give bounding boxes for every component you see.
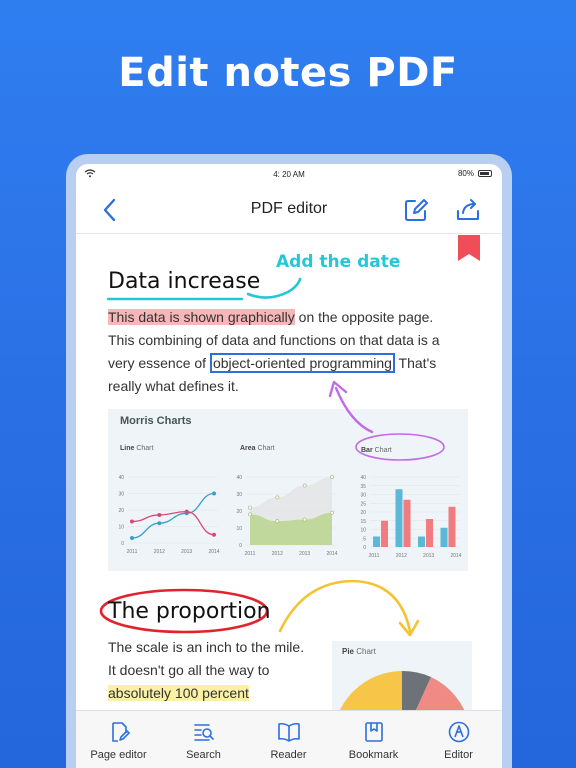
battery-percent: 80% [457,169,474,178]
search-icon [194,724,214,741]
x-tick-label: 2012 [272,551,283,557]
y-tick-label: 10 [236,526,242,532]
bookmark-icon [365,722,383,742]
y-tick-label: 20 [236,509,242,515]
tab-bar: Page editor Search Reader Bookmark Edito… [76,710,502,768]
pdf-page: Add the date Data increase This data is … [76,234,502,731]
tab-label: Page editor [90,749,147,761]
data-point [275,495,280,500]
y-tick-label: 20 [118,508,124,514]
editor-pen-icon [448,721,470,743]
y-tick-label: 0 [363,545,366,551]
data-point [157,521,162,526]
paragraph-text: The scale is an inch to the mile. [108,639,305,655]
data-point [275,519,280,524]
tab-search[interactable]: Search [161,711,246,768]
data-point [130,519,134,524]
data-point [248,505,252,510]
x-tick-label: 2013 [299,551,310,557]
tab-label: Reader [270,749,307,761]
y-tick-label: 0 [121,541,124,547]
data-point [130,536,134,541]
data-point [248,512,252,517]
app-screen: 4: 20 AM 80% PDF editor Add the date Dat… [76,164,502,768]
bar [448,506,456,547]
tab-page-editor[interactable]: Page editor [76,711,161,768]
tab-label: Editor [444,749,473,761]
bar [440,527,448,547]
tab-label: Search [186,749,221,761]
y-tick-label: 40 [118,475,124,481]
data-point [157,512,162,517]
data-point [302,517,307,522]
x-tick-label: 2014 [208,549,219,555]
yellow-annotation-arrow [278,579,420,637]
yellow-highlight[interactable]: absolutely 100 percent [108,685,249,701]
data-point [302,483,307,488]
bar [381,520,388,547]
paragraph-text: That's [394,355,437,371]
paragraph-proportion: The scale is an inch to the mile. It doe… [108,636,304,705]
y-tick-label: 35 [360,484,366,490]
x-tick-label: 2014 [326,551,337,557]
section-heading-data-increase: Data increase [108,269,261,294]
red-highlight[interactable]: This data is shown graphically [108,309,295,325]
y-tick-label: 5 [363,536,366,542]
paragraph-text: on the opposite page. [294,309,434,325]
heading-underline [106,297,244,301]
x-tick-label: 2011 [369,553,380,559]
nav-bar: PDF editor [76,186,502,234]
purple-annotation [328,380,445,461]
data-point [330,475,334,479]
series-line [131,492,215,539]
y-tick-label: 30 [360,493,366,499]
data-point [330,510,334,515]
tab-reader[interactable]: Reader [246,711,331,768]
bar [373,536,380,547]
handwritten-annotation: Add the date [276,252,401,272]
status-bar: 4: 20 AM 80% [76,164,502,186]
x-tick-label: 2012 [154,549,165,555]
x-tick-label: 2012 [396,553,407,559]
y-tick-label: 20 [360,510,366,516]
y-tick-label: 30 [236,492,242,498]
x-tick-label: 2014 [450,553,461,559]
data-point [184,509,189,514]
share-icon[interactable] [454,196,482,224]
x-tick-label: 2013 [423,553,434,559]
y-tick-label: 10 [360,528,366,534]
tab-label: Bookmark [348,749,399,761]
y-tick-label: 25 [360,501,366,507]
bar [418,536,425,547]
headline: Edit notes PDF [118,50,458,96]
page-title: PDF editor [250,200,328,217]
y-tick-label: 0 [239,543,242,549]
y-tick-label: 40 [360,475,366,481]
data-point [212,491,216,496]
status-time: 4: 20 AM [273,170,305,179]
page-edit-icon [112,722,130,742]
tab-bookmark[interactable]: Bookmark [331,711,416,768]
bar [395,489,403,547]
edit-icon[interactable] [402,196,430,224]
battery-indicator: 80% [458,169,492,178]
y-tick-label: 40 [236,475,242,481]
x-tick-label: 2013 [181,549,192,555]
x-tick-label: 2011 [127,549,138,555]
x-tick-label: 2011 [245,551,256,557]
paragraph-text: very essence of [108,355,210,371]
y-tick-label: 10 [118,525,124,531]
bar [403,499,411,547]
book-icon [278,722,300,742]
section-heading-proportion: The proportion [108,599,271,624]
blue-box-annotation[interactable]: object-oriented programming [209,353,395,373]
tab-editor[interactable]: Editor [416,711,501,768]
paragraph-text: It doesn't go all the way to [108,662,270,678]
paragraph-text: This combining of data and functions on … [108,332,440,348]
y-tick-label: 15 [360,519,366,525]
battery-icon [478,170,492,177]
bar [426,519,433,547]
data-point [212,532,216,537]
y-tick-label: 30 [118,492,124,498]
